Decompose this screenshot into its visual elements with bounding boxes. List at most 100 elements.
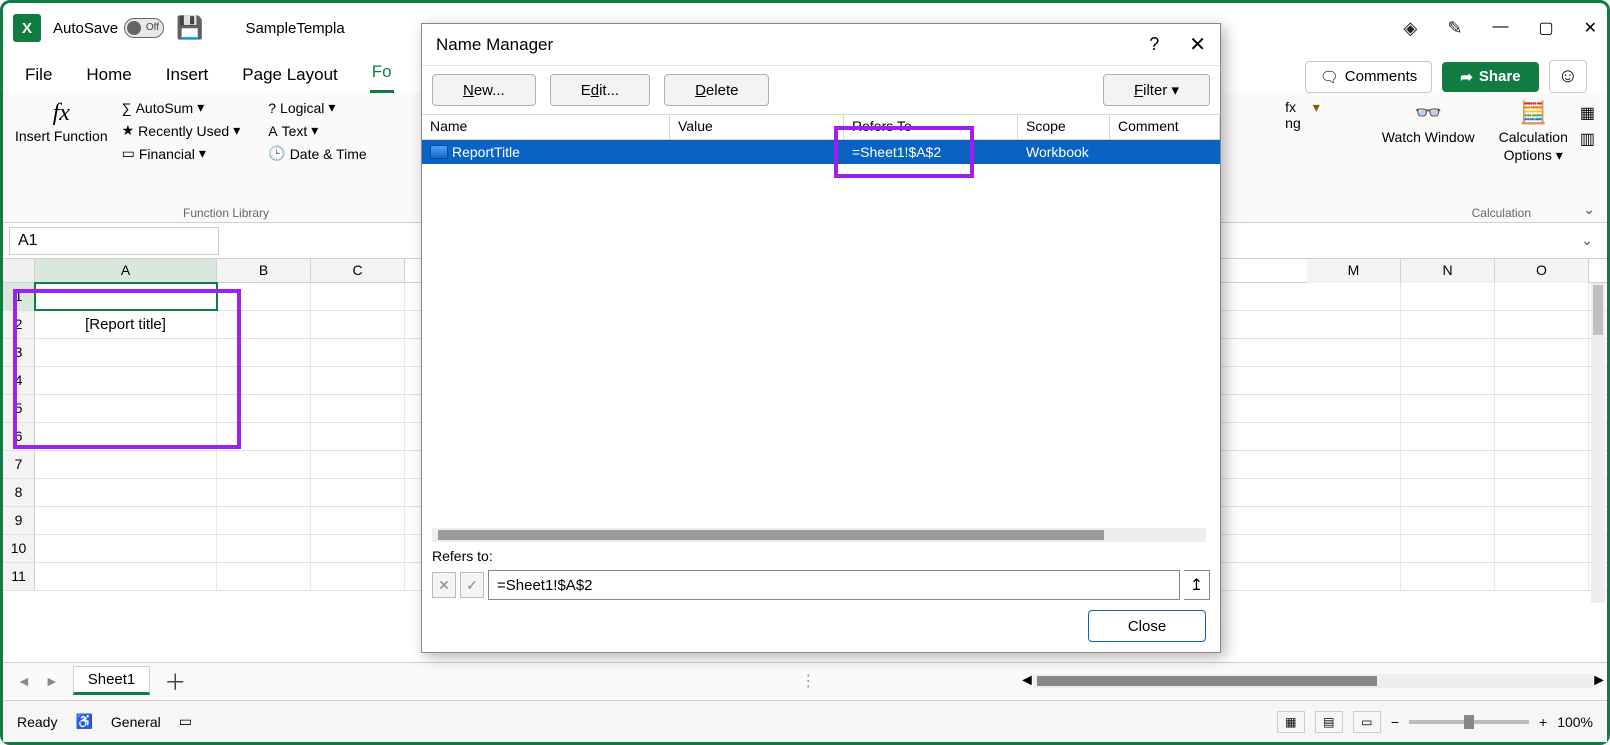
cell-m3[interactable] [1307, 339, 1401, 366]
row-header-1[interactable]: 1 [3, 283, 35, 310]
cell-b6[interactable] [217, 423, 311, 450]
dialog-close-icon[interactable]: ✕ [1189, 32, 1206, 57]
tab-split-handle[interactable]: ⋮ [800, 671, 816, 691]
horizontal-scrollbar[interactable]: ◄ ► [1033, 674, 1593, 688]
sheet-nav-prev[interactable]: ◄ [17, 673, 31, 689]
cell-m10[interactable] [1307, 535, 1401, 562]
cell-a6[interactable] [35, 423, 217, 450]
cell-o5[interactable] [1495, 395, 1589, 422]
cell-n8[interactable] [1401, 479, 1495, 506]
sheet-tab-sheet1[interactable]: Sheet1 [73, 666, 151, 695]
cell-m1[interactable] [1307, 283, 1401, 310]
refers-cancel-icon[interactable]: ✕ [432, 572, 456, 598]
cell-n10[interactable] [1401, 535, 1495, 562]
accessibility-icon[interactable]: ♿ [75, 713, 92, 730]
dialog-horizontal-scrollbar[interactable] [432, 528, 1206, 542]
col-header-b[interactable]: B [217, 259, 311, 282]
row-header-9[interactable]: 9 [3, 507, 35, 534]
refers-accept-icon[interactable]: ✓ [460, 572, 484, 598]
formula-bar-expand-icon[interactable]: ⌄ [1581, 232, 1593, 249]
name-box[interactable]: A1 [9, 227, 219, 255]
cell-a8[interactable] [35, 479, 217, 506]
cell-o7[interactable] [1495, 451, 1589, 478]
cell-n1[interactable] [1401, 283, 1495, 310]
save-icon[interactable]: 💾 [176, 15, 203, 41]
row-header-4[interactable]: 4 [3, 367, 35, 394]
new-button[interactable]: New... [432, 74, 536, 106]
cell-c10[interactable] [311, 535, 405, 562]
cell-b3[interactable] [217, 339, 311, 366]
col-head-value[interactable]: Value [670, 115, 844, 139]
refers-collapse-icon[interactable]: ↥ [1184, 570, 1210, 600]
dropdown-icon[interactable]: ▾ [1313, 99, 1320, 116]
delete-button[interactable]: Delete [664, 74, 769, 106]
insert-function-button[interactable]: fx Insert Function [15, 99, 108, 216]
share-button[interactable]: ➦ Share [1442, 62, 1538, 92]
view-normal-button[interactable]: ▦ [1277, 711, 1305, 733]
cell-m5[interactable] [1307, 395, 1401, 422]
recently-used-button[interactable]: ★ Recently Used ▾ [122, 122, 241, 139]
vertical-scrollbar[interactable] [1591, 283, 1605, 603]
tab-page-layout[interactable]: Page Layout [240, 61, 339, 93]
cell-c8[interactable] [311, 479, 405, 506]
pen-icon[interactable]: ✎ [1447, 18, 1462, 39]
cell-m7[interactable] [1307, 451, 1401, 478]
calc-sheet-icon[interactable]: ▥ [1580, 129, 1595, 149]
refers-to-input[interactable]: =Sheet1!$A$2 [488, 570, 1180, 600]
col-head-name[interactable]: Name [422, 115, 670, 139]
row-header-8[interactable]: 8 [3, 479, 35, 506]
tab-insert[interactable]: Insert [164, 61, 211, 93]
dialog-close-button[interactable]: Close [1088, 610, 1206, 642]
select-all-corner[interactable] [3, 259, 35, 282]
row-header-3[interactable]: 3 [3, 339, 35, 366]
row-header-6[interactable]: 6 [3, 423, 35, 450]
cell-n11[interactable] [1401, 563, 1495, 590]
view-page-layout-button[interactable]: ▤ [1315, 711, 1343, 733]
cell-a1[interactable] [35, 283, 217, 310]
dialog-help-icon[interactable]: ? [1149, 34, 1159, 55]
cell-n9[interactable] [1401, 507, 1495, 534]
cell-n2[interactable] [1401, 311, 1495, 338]
diamond-icon[interactable]: ◈ [1404, 18, 1418, 39]
row-header-11[interactable]: 11 [3, 563, 35, 590]
cell-m8[interactable] [1307, 479, 1401, 506]
cell-o10[interactable] [1495, 535, 1589, 562]
edit-button[interactable]: Edit... [550, 74, 650, 106]
cell-b11[interactable] [217, 563, 311, 590]
add-sheet-button[interactable]: ＋ [164, 665, 186, 697]
cell-o1[interactable] [1495, 283, 1589, 310]
logical-button[interactable]: ? Logical ▾ [268, 99, 366, 116]
text-button[interactable]: A Text ▾ [268, 122, 366, 139]
cell-o6[interactable] [1495, 423, 1589, 450]
hscroll-left-icon[interactable]: ◄ [1019, 672, 1035, 690]
cell-o4[interactable] [1495, 367, 1589, 394]
watch-window-button[interactable]: 👓 Watch Window [1382, 99, 1475, 146]
calculation-options-button[interactable]: 🧮 Calculation Options ▾ [1499, 99, 1568, 164]
date-time-button[interactable]: 🕒 Date & Time [268, 145, 366, 162]
autosum-button[interactable]: ∑ AutoSum ▾ [122, 99, 241, 116]
col-header-m[interactable]: M [1307, 259, 1401, 283]
col-head-scope[interactable]: Scope [1018, 115, 1110, 139]
cell-a5[interactable] [35, 395, 217, 422]
cell-n3[interactable] [1401, 339, 1495, 366]
cell-c1[interactable] [311, 283, 405, 310]
zoom-slider[interactable] [1409, 720, 1529, 724]
cell-m2[interactable] [1307, 311, 1401, 338]
filter-button[interactable]: Filter ▾ [1103, 74, 1210, 106]
close-window-button[interactable]: ✕ [1584, 18, 1597, 38]
cell-b10[interactable] [217, 535, 311, 562]
cell-n7[interactable] [1401, 451, 1495, 478]
cell-n6[interactable] [1401, 423, 1495, 450]
cell-b9[interactable] [217, 507, 311, 534]
col-header-o[interactable]: O [1495, 259, 1589, 283]
cell-b4[interactable] [217, 367, 311, 394]
cell-c9[interactable] [311, 507, 405, 534]
cell-m11[interactable] [1307, 563, 1401, 590]
row-header-10[interactable]: 10 [3, 535, 35, 562]
cell-a2[interactable]: [Report title] [35, 311, 217, 338]
cell-b5[interactable] [217, 395, 311, 422]
cell-o8[interactable] [1495, 479, 1589, 506]
display-settings-icon[interactable]: ▭ [179, 713, 192, 730]
comments-button[interactable]: 🗨 Comments [1305, 61, 1433, 93]
cell-m6[interactable] [1307, 423, 1401, 450]
